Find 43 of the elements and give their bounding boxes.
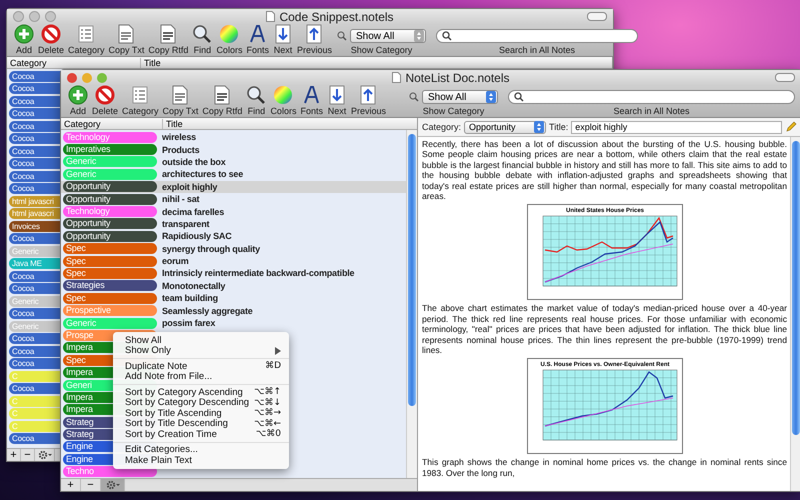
note-paragraph: Recently, there has been a lot of discussion about the bursting of the U.S. housing bubble. Some people claim housing prices are near a bottom, while others claim that the real estate bubble is the largest financial bubble in history and still has more to fall. This site aims to add to the housing bubble debate with inflation-adjusted graphs and spreadsheets showing that today's real estate prices are still higher than normal, especially for many coastal metropolitan areas. — [422, 139, 787, 202]
note-title: nihil - sat — [162, 194, 200, 204]
note-title: Rapidiously SAC — [162, 231, 232, 242]
category-tag: Opportunity — [63, 181, 157, 192]
toolbar-label: Search in All Notes — [498, 45, 575, 55]
note-title: team building — [162, 293, 218, 304]
note-title: outside the box — [162, 156, 226, 167]
category-tag: Opportunity — [63, 194, 157, 205]
category-tag: Spec — [63, 268, 157, 279]
category-tag: Strategies — [63, 280, 157, 292]
note-title: wireless — [162, 132, 196, 142]
toolbar-label: Show Category — [422, 106, 484, 116]
note-paragraph: The above chart estimates the market value of today's median-priced house over a 40-year period. The thick red line represents real house prices. For those unfamiliar with economic terminology, "real" prices are prices that have been adjusted for inflation. The thick blue line represents nominal house prices. The thin lines represent the pre-bubble (1970-1999) trend lines. — [422, 303, 787, 356]
note-title: Intrinsicly reintermediate backward-compatible — [162, 268, 354, 278]
toolbar-label: Show Category — [350, 45, 412, 55]
toolbar-label: Search in All Notes — [613, 106, 690, 116]
note-title: synergy through quality — [162, 244, 260, 254]
note-title: transparent — [162, 218, 210, 229]
category-tag: Spec — [63, 256, 157, 267]
window-title: NoteList Doc.notels — [405, 70, 510, 84]
category-tag: Technology — [63, 132, 157, 143]
note-title: Products — [162, 144, 200, 155]
field-label: Title: — [549, 122, 568, 132]
window-title: Code Snippest.notels — [279, 10, 394, 24]
category-tag: Spec — [63, 243, 157, 254]
note-title: decima farelles — [162, 206, 224, 217]
category-tag: Prospective — [63, 305, 157, 316]
category-tag: Technology — [63, 206, 157, 218]
category-tag: Spec — [63, 292, 157, 304]
category-tag: Generic — [63, 156, 157, 168]
note-paragraph: This graph shows the change in nominal home prices vs. the change in nominal rents since 1983. Over the long run, — [422, 457, 787, 478]
category-tag: Opportunity — [63, 230, 157, 242]
category-tag: Generic — [63, 318, 157, 329]
category-tag: Imperatives — [63, 144, 157, 156]
note-title: Monotonectally — [162, 280, 226, 291]
note-title: possim farex — [162, 318, 216, 328]
note-title: architectures to see — [162, 169, 244, 180]
field-label: Category: — [422, 122, 462, 132]
category-tag: Generic — [63, 168, 157, 180]
category-tag: Opportunity — [63, 218, 157, 230]
note-title: exploit highly — [162, 182, 218, 192]
note-title: eorum — [162, 256, 189, 266]
note-title: Seamlessly aggregate — [162, 306, 253, 316]
